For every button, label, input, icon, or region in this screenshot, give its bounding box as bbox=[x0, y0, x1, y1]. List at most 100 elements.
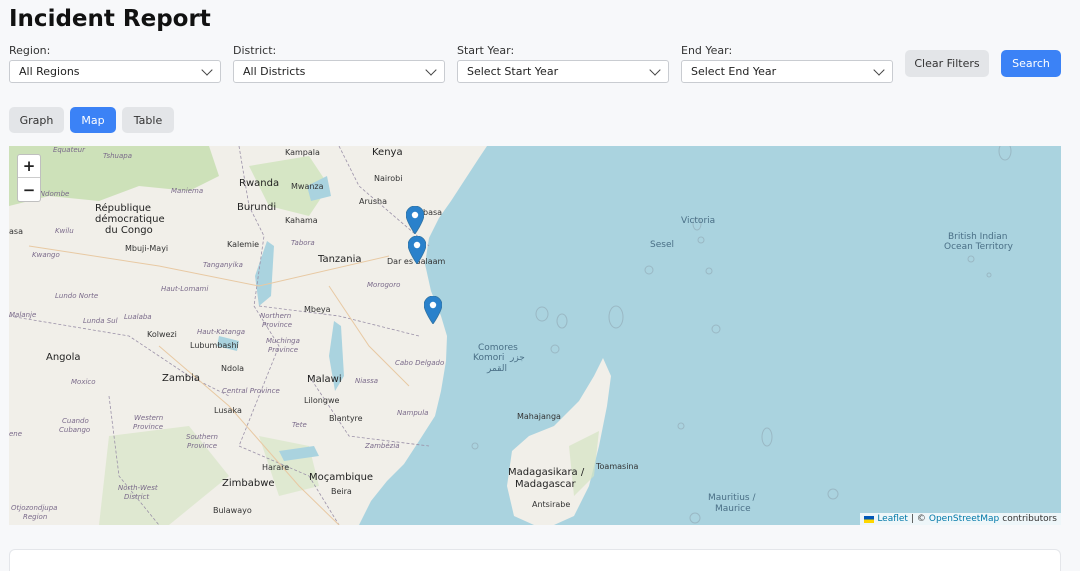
map-label: démocratique bbox=[95, 214, 165, 225]
start-year-select-value: Select Start Year bbox=[467, 65, 559, 78]
map-label: Ndola bbox=[221, 364, 245, 373]
map-label: Southern bbox=[186, 433, 218, 441]
map-label: Tanganyika bbox=[203, 261, 243, 269]
map-label: Equateur bbox=[53, 146, 85, 154]
map-label: Province bbox=[187, 442, 218, 450]
map-label: Angola bbox=[46, 352, 81, 363]
map-label: Mauritius / bbox=[708, 493, 756, 503]
zoom-out-button[interactable]: − bbox=[18, 178, 40, 201]
map-label: Cubango bbox=[59, 426, 91, 434]
map-label: Central Province bbox=[222, 387, 280, 395]
map-label: Tanzania bbox=[318, 254, 362, 265]
map-label: جزر bbox=[510, 353, 525, 363]
map-label: Province bbox=[133, 423, 164, 431]
map-label: Mahajanga bbox=[517, 412, 561, 421]
chevron-down-icon bbox=[649, 63, 661, 76]
map-label: Harare bbox=[262, 463, 290, 472]
map-label: Blantyre bbox=[329, 414, 363, 423]
district-filter: District: All Districts bbox=[233, 44, 445, 83]
map-label: Moçambique bbox=[309, 472, 374, 483]
end-year-filter: End Year: Select End Year bbox=[681, 44, 893, 83]
map-label: Zambézia bbox=[365, 442, 400, 450]
map-label: District bbox=[124, 493, 150, 501]
map-label: Province bbox=[262, 321, 293, 329]
attribution-separator: | © bbox=[910, 514, 926, 524]
map-label: Burundi bbox=[237, 202, 277, 213]
map-label: Tshuapa bbox=[103, 152, 132, 160]
map-label: Moxico bbox=[71, 378, 96, 386]
incident-marker[interactable] bbox=[408, 236, 426, 264]
map-label: Kampala bbox=[285, 148, 320, 157]
incident-marker[interactable] bbox=[406, 206, 424, 234]
chevron-down-icon bbox=[201, 63, 213, 76]
map-label: ene bbox=[9, 430, 23, 438]
map-label: Comores bbox=[478, 343, 518, 353]
map-label: Region bbox=[23, 513, 48, 521]
search-button[interactable]: Search bbox=[1001, 50, 1061, 77]
map-label: Madagasikara / bbox=[508, 467, 585, 478]
map-label: du Congo bbox=[105, 225, 153, 236]
map-label: Northern bbox=[260, 312, 292, 320]
tab-graph[interactable]: Graph bbox=[9, 107, 64, 133]
map-label: Tete bbox=[292, 421, 307, 429]
attribution-suffix: contributors bbox=[1002, 514, 1057, 524]
leaflet-link[interactable]: Leaflet bbox=[877, 514, 908, 524]
map-label: North-West bbox=[118, 484, 158, 492]
map-label: Kalemie bbox=[227, 240, 260, 249]
map-label: Cuando bbox=[62, 417, 89, 425]
chevron-down-icon bbox=[425, 63, 437, 76]
map-label: Beira bbox=[331, 487, 352, 496]
map-label: Maniema bbox=[171, 187, 204, 195]
map-label: basa bbox=[423, 208, 443, 217]
map-label: Lualaba bbox=[124, 313, 152, 321]
map-label: Arusha bbox=[359, 197, 387, 206]
district-label: District: bbox=[233, 44, 277, 57]
map-label: Cabo Delgado bbox=[395, 359, 445, 367]
map-label: Province bbox=[268, 346, 299, 354]
openstreetmap-link[interactable]: OpenStreetMap bbox=[929, 514, 999, 524]
map-label: Nampula bbox=[397, 409, 429, 417]
map-label: Zambia bbox=[162, 373, 200, 384]
start-year-select[interactable]: Select Start Year bbox=[457, 60, 669, 83]
end-year-select[interactable]: Select End Year bbox=[681, 60, 893, 83]
map-label: Lubumbashi bbox=[190, 341, 239, 350]
start-year-label: Start Year: bbox=[457, 44, 515, 57]
chevron-down-icon bbox=[873, 63, 885, 76]
map-label: British Indian bbox=[948, 232, 1008, 242]
map-label: Muchinga bbox=[266, 337, 300, 345]
district-select-value: All Districts bbox=[243, 65, 306, 78]
incident-marker[interactable] bbox=[424, 296, 442, 324]
page-title: Incident Report bbox=[9, 6, 211, 32]
map-label: Otjozondjupa bbox=[11, 504, 58, 512]
district-select[interactable]: All Districts bbox=[233, 60, 445, 83]
map-label: Lunda Sul bbox=[83, 317, 118, 325]
clear-filters-button[interactable]: Clear Filters bbox=[905, 50, 989, 77]
tab-map[interactable]: Map bbox=[70, 107, 116, 133]
map-label: Rwanda bbox=[239, 178, 280, 189]
zoom-in-button[interactable]: + bbox=[18, 155, 40, 178]
end-year-select-value: Select End Year bbox=[691, 65, 777, 78]
tab-table[interactable]: Table bbox=[122, 107, 174, 133]
map-label: République bbox=[95, 203, 152, 214]
map-label: Niassa bbox=[355, 377, 379, 385]
map-label: Kenya bbox=[372, 147, 403, 158]
map-label: Lundo Norte bbox=[55, 292, 99, 300]
map-label: Western bbox=[134, 414, 164, 422]
incident-map[interactable]: Equateur Tshuapa Kampala Kenya Nairobi R… bbox=[9, 146, 1061, 525]
region-select[interactable]: All Regions bbox=[9, 60, 221, 83]
map-label: Kolwezi bbox=[147, 330, 177, 339]
map-label: Mbeya bbox=[304, 305, 331, 314]
map-label: Kahama bbox=[285, 216, 318, 225]
map-label: Madagascar bbox=[515, 479, 576, 490]
map-label: Mwanza bbox=[291, 182, 324, 191]
map-label: asa bbox=[9, 227, 23, 236]
map-label: القمر bbox=[487, 364, 507, 374]
map-label: Toamasina bbox=[596, 462, 639, 471]
map-label: Sesel bbox=[650, 240, 674, 250]
map-label: Morogoro bbox=[367, 281, 401, 289]
map-label: Haut-Lomami bbox=[161, 285, 209, 293]
map-attribution: Leaflet | © OpenStreetMap contributors bbox=[860, 513, 1061, 525]
map-label: Antsirabe bbox=[532, 500, 571, 509]
map-label: Victoria bbox=[681, 216, 716, 226]
bottom-panel bbox=[9, 549, 1061, 571]
